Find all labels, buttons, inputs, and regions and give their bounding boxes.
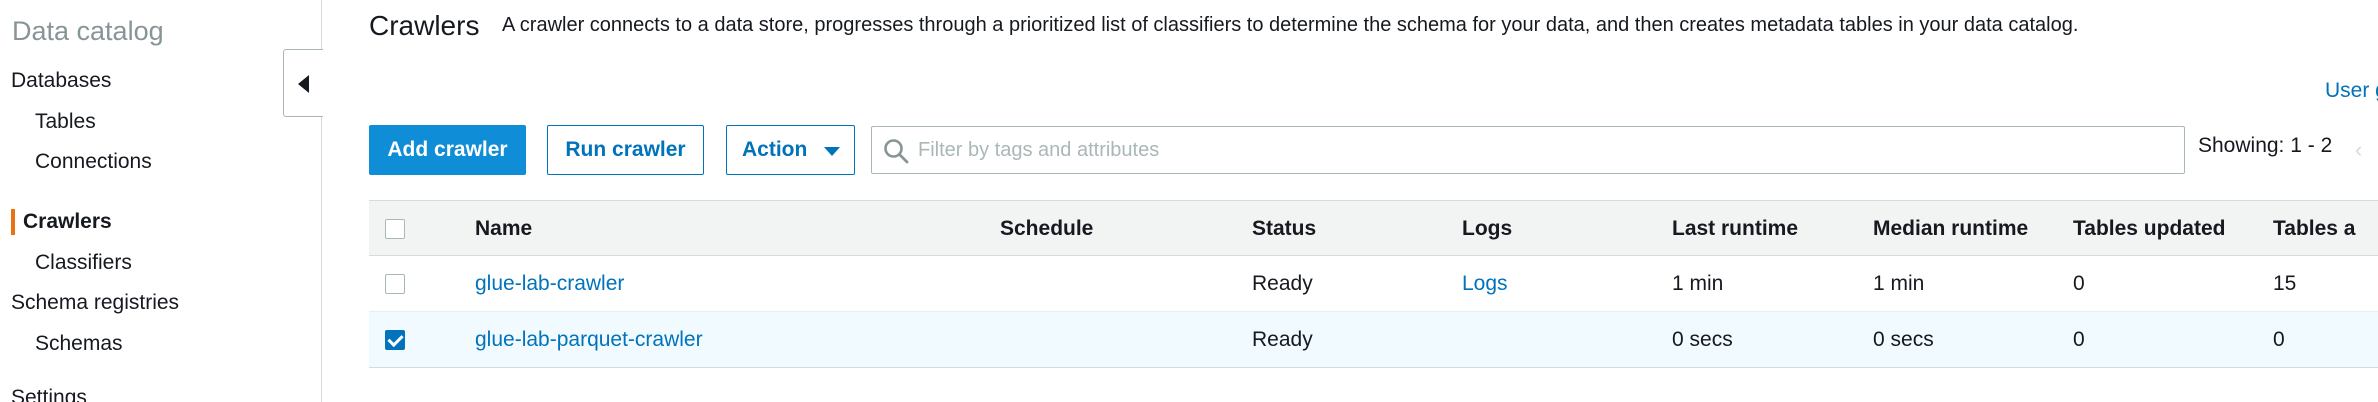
- row-checkbox[interactable]: [385, 274, 405, 294]
- action-dropdown[interactable]: Action: [726, 125, 855, 175]
- sidebar-item-settings[interactable]: Settings: [11, 386, 87, 402]
- chevron-down-icon: [824, 147, 840, 156]
- run-crawler-button[interactable]: Run crawler: [547, 125, 704, 175]
- column-header-median-runtime[interactable]: Median runtime: [1873, 201, 2028, 256]
- sidebar-item-schemas[interactable]: Schemas: [35, 332, 123, 356]
- column-header-last-runtime[interactable]: Last runtime: [1672, 201, 1798, 256]
- column-header-tables-updated[interactable]: Tables updated: [2073, 201, 2225, 256]
- last-runtime-cell: 1 min: [1672, 271, 1724, 295]
- sidebar-item-crawlers[interactable]: Crawlers: [23, 210, 112, 234]
- sidebar-item-schema-registries[interactable]: Schema registries: [11, 291, 179, 315]
- column-header-schedule[interactable]: Schedule: [1000, 201, 1093, 256]
- select-all-checkbox[interactable]: [385, 219, 405, 239]
- status-cell: Ready: [1252, 327, 1313, 351]
- sidebar-item-connections[interactable]: Connections: [35, 150, 152, 174]
- column-header-status[interactable]: Status: [1252, 201, 1316, 256]
- table-header: Name Schedule Status Logs Last runtime M…: [369, 200, 2378, 256]
- sidebar-title: Data catalog: [12, 16, 164, 46]
- user-guide-link[interactable]: User g: [2325, 79, 2378, 103]
- row-checkbox[interactable]: [385, 330, 405, 350]
- last-runtime-cell: 0 secs: [1672, 327, 1733, 351]
- tables-updated-cell: 0: [2073, 327, 2085, 351]
- crawler-name-link[interactable]: glue-lab-parquet-crawler: [475, 312, 703, 367]
- tables-added-cell: 0: [2273, 327, 2285, 351]
- search-input[interactable]: [918, 127, 2168, 173]
- table-row[interactable]: glue-lab-parquet-crawler Ready 0 secs 0 …: [369, 312, 2378, 368]
- sidebar: Data catalog Databases Tables Connection…: [0, 0, 322, 402]
- column-header-logs[interactable]: Logs: [1462, 201, 1512, 256]
- tables-added-cell: 15: [2273, 271, 2297, 295]
- caret-left-icon: [298, 75, 309, 93]
- table-row[interactable]: glue-lab-crawler Ready Logs 1 min 1 min …: [369, 256, 2378, 312]
- tables-updated-cell: 0: [2073, 271, 2085, 295]
- glue-console: Data catalog Databases Tables Connection…: [0, 0, 2378, 402]
- search-box: [871, 126, 2185, 174]
- crawler-name-link[interactable]: glue-lab-crawler: [475, 256, 624, 311]
- search-icon: [884, 139, 909, 164]
- sidebar-item-tables[interactable]: Tables: [35, 110, 96, 134]
- active-indicator: [11, 209, 15, 235]
- chevron-left-icon[interactable]: ‹: [2355, 137, 2362, 163]
- logs-link[interactable]: Logs: [1462, 256, 1508, 311]
- status-cell: Ready: [1252, 271, 1313, 295]
- crawlers-table: Name Schedule Status Logs Last runtime M…: [369, 200, 2378, 368]
- sidebar-item-databases[interactable]: Databases: [11, 69, 111, 93]
- column-header-name[interactable]: Name: [475, 201, 532, 256]
- pagination-status: Showing: 1 - 2: [2198, 134, 2333, 157]
- page-description: A crawler connects to a data store, prog…: [502, 14, 2079, 36]
- median-runtime-cell: 1 min: [1873, 271, 1925, 295]
- median-runtime-cell: 0 secs: [1873, 327, 1934, 351]
- page-title: Crawlers: [369, 10, 480, 41]
- sidebar-item-classifiers[interactable]: Classifiers: [35, 251, 132, 275]
- collapse-sidebar-button[interactable]: [283, 49, 323, 117]
- action-label: Action: [742, 138, 808, 161]
- column-header-tables-added[interactable]: Tables a: [2273, 201, 2355, 256]
- add-crawler-button[interactable]: Add crawler: [369, 125, 526, 175]
